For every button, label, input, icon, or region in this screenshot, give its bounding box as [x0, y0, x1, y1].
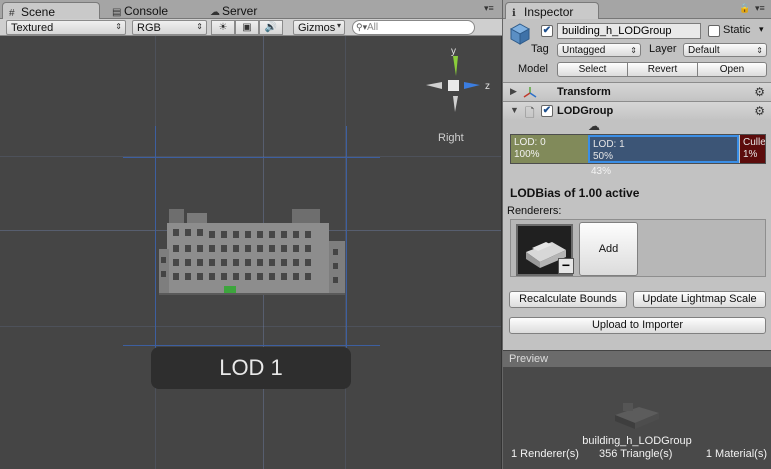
lod-segment-0[interactable]: LOD: 0 100% [511, 135, 588, 163]
model-label: Model [518, 63, 548, 75]
lodgroup-enabled-checkbox[interactable]: ✔ [541, 105, 553, 117]
triangle-count: 356 Triangle(s) [599, 448, 673, 460]
lod-current-marker: 43% [591, 166, 612, 177]
color-mode-dropdown[interactable]: RGB ⇕ [132, 20, 207, 35]
image-toggle-icon[interactable]: ▣ [235, 20, 259, 35]
preview-header[interactable]: Preview [503, 350, 771, 367]
gizmo-z-axis[interactable] [464, 82, 480, 89]
transform-component-header[interactable]: ▶ Transform ⚙ [503, 82, 771, 101]
info-icon: ℹ [512, 8, 516, 19]
lodgroup-component-header[interactable]: ▼ 🗋 ✔ LODGroup ⚙ [503, 101, 771, 120]
remove-renderer-button[interactable]: − [558, 258, 574, 274]
scene-search-input[interactable]: ⚲▾ All [352, 20, 475, 35]
gear-icon[interactable]: ⚙ [754, 85, 765, 99]
building-model[interactable] [159, 209, 345, 329]
layer-dropdown[interactable]: Default ⇕ [683, 43, 767, 57]
gizmo-y-label: y [451, 46, 456, 57]
static-label: Static [723, 24, 751, 36]
scene-tabbar: # Scene ▤ Console ☁ Server ▾≡ [0, 0, 502, 19]
scene-toolbar: Textured ⇕ RGB ⇕ ☀ ▣ 🔊 Gizmos ▾ ⚲▾ All [0, 19, 502, 36]
server-icon: ☁ [210, 7, 220, 18]
model-open-button[interactable]: Open [697, 62, 767, 77]
tab-inspector[interactable]: ℹ Inspector [505, 2, 599, 19]
transform-label: Transform [557, 86, 611, 98]
recalculate-bounds-button[interactable]: Recalculate Bounds [509, 291, 627, 308]
preview-model [615, 403, 659, 429]
gizmos-dropdown[interactable]: Gizmos ▾ [293, 20, 345, 35]
tab-console[interactable]: ▤ Console [106, 2, 176, 19]
material-count: 1 Material(s) [705, 448, 767, 460]
lod-overlay-label: LOD 1 [151, 347, 351, 389]
lodgroup-label: LODGroup [557, 105, 614, 117]
inspector-panel: ℹ Inspector 🔒 ▾≡ ✔ building_h_LODGroup St… [502, 0, 771, 469]
gizmo-y-axis[interactable] [453, 56, 458, 76]
tab-server[interactable]: ☁ Server [204, 2, 265, 19]
script-file-icon: 🗋 [525, 106, 535, 120]
updown-arrow-icon: ⇕ [756, 46, 763, 55]
gameobject-cube-icon [509, 23, 531, 45]
lock-icon[interactable]: 🔒 [739, 3, 750, 14]
tag-label: Tag [531, 43, 549, 55]
lod-bounds-line [123, 345, 380, 346]
scene-panel: # Scene ▤ Console ☁ Server ▾≡ Textured ⇕ RGB… [0, 0, 502, 469]
lod-bias-text: LODBias of 1.00 active [510, 186, 640, 200]
console-icon: ▤ [112, 7, 122, 18]
model-revert-button[interactable]: Revert [627, 62, 698, 77]
gizmo-z-label: z [485, 81, 490, 92]
panel-menu-icon[interactable]: ▾≡ [484, 3, 494, 14]
object-name-field[interactable]: building_h_LODGroup [557, 23, 701, 39]
renderer-thumbnail[interactable]: − [516, 224, 574, 276]
foldout-right-icon[interactable]: ▶ [510, 86, 517, 97]
camera-marker-icon[interactable]: ☁ [588, 119, 600, 133]
gizmo-center-cube[interactable] [448, 80, 459, 91]
lod-segment-culled[interactable]: Culled 1% [740, 135, 765, 163]
renderers-list: − Add [510, 219, 766, 277]
foldout-down-icon[interactable]: ▼ [510, 105, 519, 115]
preview-area[interactable]: building_h_LODGroup 1 Renderer(s) 356 Tr… [503, 367, 771, 469]
active-checkbox[interactable]: ✔ [541, 25, 553, 37]
layer-label: Layer [649, 43, 677, 55]
upload-to-importer-button[interactable]: Upload to Importer [509, 317, 766, 334]
add-renderer-button[interactable]: Add [579, 222, 638, 276]
grid-icon: # [9, 8, 15, 19]
renderers-label: Renderers: [507, 205, 562, 217]
lod-segment-1[interactable]: LOD: 1 50% [588, 135, 739, 163]
render-mode-dropdown[interactable]: Textured ⇕ [6, 20, 126, 35]
tab-scene[interactable]: # Scene [2, 2, 100, 19]
static-checkbox[interactable] [708, 25, 720, 37]
scene-viewport[interactable]: LOD 1 y z Right [0, 36, 502, 469]
panel-menu-icon[interactable]: ▾≡ [755, 3, 765, 14]
tag-dropdown[interactable]: Untagged ⇕ [557, 43, 641, 57]
static-dropdown-icon[interactable]: ▾ [759, 24, 764, 35]
lod-bar[interactable]: LOD: 0 100% LOD: 1 50% Culled 1% [510, 134, 766, 164]
inspector-tabbar: ℹ Inspector 🔒 ▾≡ [503, 0, 771, 19]
updown-arrow-icon: ⇕ [115, 22, 122, 31]
update-lightmap-scale-button[interactable]: Update Lightmap Scale [633, 291, 766, 308]
search-icon: ⚲▾ [356, 22, 368, 32]
model-select-button[interactable]: Select [557, 62, 628, 77]
renderer-count: 1 Renderer(s) [511, 448, 579, 460]
preview-object-name: building_h_LODGroup [582, 435, 692, 447]
updown-arrow-icon: ⇕ [630, 46, 637, 55]
transform-axes-icon [523, 87, 537, 98]
lighting-toggle-icon[interactable]: ☀ [211, 20, 235, 35]
chevron-down-icon: ▾ [336, 21, 341, 30]
view-label: Right [438, 132, 464, 144]
updown-arrow-icon: ⇕ [196, 22, 203, 31]
lod-bounds-line [123, 157, 380, 158]
gear-icon[interactable]: ⚙ [754, 104, 765, 118]
audio-toggle-icon[interactable]: 🔊 [259, 20, 283, 35]
